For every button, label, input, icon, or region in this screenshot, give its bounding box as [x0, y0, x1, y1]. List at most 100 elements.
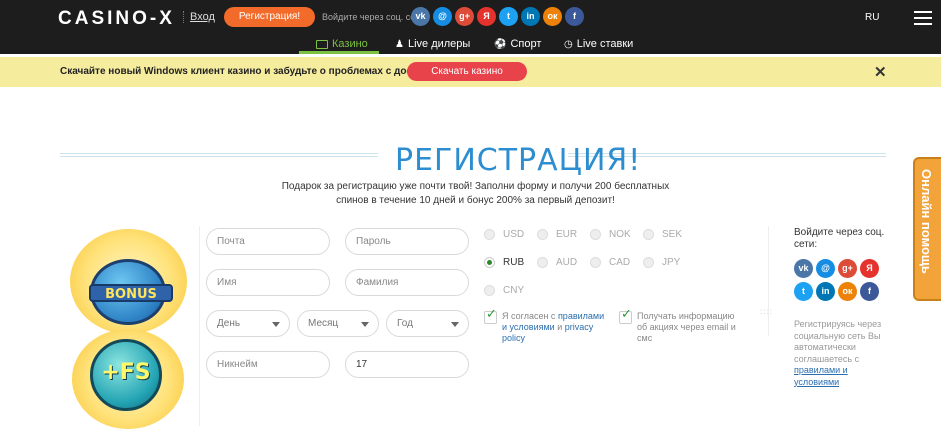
currency-label: EUR — [556, 229, 578, 240]
terms-and: и — [554, 322, 565, 332]
tab-live-dealers[interactable]: ♟ Live дилеры — [395, 38, 470, 50]
tab-casino[interactable]: Казино — [316, 38, 368, 50]
mail-icon[interactable]: @ — [816, 259, 835, 278]
dealer-icon: ♟ — [395, 38, 404, 50]
radio-button[interactable] — [643, 229, 654, 240]
email-field[interactable] — [206, 228, 330, 255]
online-help-tab[interactable]: Онлайн помощь — [913, 157, 941, 301]
news-checkbox[interactable] — [619, 309, 632, 324]
free-spins-text: +FS — [101, 360, 151, 385]
google-plus-icon[interactable]: g+ — [455, 7, 474, 26]
day-select[interactable]: День — [206, 310, 290, 337]
vk-icon[interactable]: vk — [794, 259, 813, 278]
currency-aud[interactable]: AUD — [537, 257, 577, 268]
terms-checkbox-row: Я согласен с правилами и условиями и pri… — [484, 309, 610, 344]
bonus-badge: BONUS — [89, 259, 173, 325]
logo[interactable]: CASINO-X — [58, 8, 175, 30]
free-spins-badge: +FS — [90, 339, 162, 411]
currency-cny[interactable]: CNY — [484, 285, 524, 296]
tab-label: Live ставки — [576, 38, 634, 50]
menu-icon[interactable] — [914, 11, 932, 29]
social-separator — [768, 226, 769, 336]
language-selector[interactable]: RU — [865, 12, 879, 23]
currency-nok[interactable]: NOK — [590, 229, 631, 240]
currency-rub[interactable]: RUB — [484, 257, 524, 268]
mail-icon[interactable]: @ — [433, 7, 452, 26]
radio-button[interactable] — [537, 257, 548, 268]
social-login-icons: vk @ g+ Яt in ок f — [411, 7, 584, 26]
radio-button[interactable] — [643, 257, 654, 268]
currency-label: RUB — [503, 257, 525, 268]
month-select-value: Месяц — [308, 318, 339, 329]
currency-jpy[interactable]: JPY — [643, 257, 680, 268]
tab-label: Live дилеры — [407, 38, 471, 50]
radio-button-selected[interactable] — [484, 257, 495, 268]
currency-label: USD — [503, 229, 525, 240]
tab-label: Казино — [332, 38, 368, 50]
yandex-icon[interactable]: Я — [477, 7, 496, 26]
year-select[interactable]: Год — [386, 310, 469, 337]
chevron-down-icon — [272, 322, 280, 327]
currency-label: CNY — [503, 285, 525, 296]
currency-label: NOK — [609, 229, 631, 240]
social-rules-link[interactable]: правилами и условиями — [794, 365, 848, 387]
currency-label: AUD — [556, 257, 578, 268]
social-login-title: Войдите через соц. сети: — [794, 227, 885, 250]
facebook-icon[interactable]: f — [860, 282, 879, 301]
currency-cad[interactable]: CAD — [590, 257, 630, 268]
odnoklassniki-icon[interactable]: ок — [838, 282, 857, 301]
news-checkbox-row: Получать информацию об акциях через emai… — [619, 309, 747, 344]
clock-icon: ◷ — [564, 38, 573, 50]
bonus-text: BONUS — [89, 284, 173, 302]
radio-button[interactable] — [484, 285, 495, 296]
password-field[interactable] — [345, 228, 469, 255]
terms-checkbox[interactable] — [484, 309, 497, 324]
social-login-grid: vk @ g+ Яt in ок f — [794, 259, 890, 301]
month-select[interactable]: Месяц — [297, 310, 379, 337]
radio-button[interactable] — [590, 229, 601, 240]
register-button[interactable]: Регистрация! — [224, 7, 315, 27]
currency-usd[interactable]: USD — [484, 229, 524, 240]
first-name-field[interactable] — [206, 269, 330, 296]
close-icon[interactable]: ✕ — [874, 63, 887, 81]
ball-icon: ⚽ — [494, 38, 507, 50]
currency-eur[interactable]: EUR — [537, 229, 577, 240]
radio-button[interactable] — [590, 257, 601, 268]
registration-description: Подарок за регистрацию уже почти твой! З… — [281, 181, 670, 206]
login-link[interactable]: Вход — [183, 11, 215, 23]
twitter-icon[interactable]: t — [499, 7, 518, 26]
active-tab-indicator — [299, 51, 379, 54]
radio-button[interactable] — [484, 229, 495, 240]
art-separator — [199, 226, 200, 426]
tab-live-bets[interactable]: ◷ Live ставки — [564, 38, 633, 50]
page-title: РЕГИСТРАЦИЯ! — [395, 143, 642, 178]
linkedin-icon[interactable]: in — [816, 282, 835, 301]
bonus-illustration: BONUS +FS — [70, 229, 187, 429]
top-bar: CASINO-X Вход Регистрация! Войдите через… — [0, 0, 941, 36]
promo-code-field[interactable] — [345, 351, 469, 378]
terms-text: Я согласен с правилами и условиями и pri… — [502, 311, 610, 344]
social-note: Регистрируясь через социальную сеть Вы а… — [794, 319, 894, 388]
chevron-down-icon — [451, 322, 459, 327]
banner-text: Скачайте новый Windows клиент казино и з… — [60, 66, 443, 77]
download-casino-button[interactable]: Скачать казино — [407, 62, 527, 81]
odnoklassniki-icon[interactable]: ок — [543, 7, 562, 26]
day-select-value: День — [217, 318, 241, 329]
terms-prefix: Я согласен с — [502, 311, 558, 321]
tab-sport[interactable]: ⚽ Спорт — [494, 38, 541, 50]
currency-sek[interactable]: SEK — [643, 229, 682, 240]
currency-label: CAD — [609, 257, 631, 268]
casino-icon — [316, 39, 328, 49]
nickname-field[interactable] — [206, 351, 330, 378]
twitter-icon[interactable]: t — [794, 282, 813, 301]
yandex-icon[interactable]: Я — [860, 259, 879, 278]
social-note-text: Регистрируясь через социальную сеть Вы а… — [794, 319, 882, 364]
radio-button[interactable] — [537, 229, 548, 240]
linkedin-icon[interactable]: in — [521, 7, 540, 26]
vk-icon[interactable]: vk — [411, 7, 430, 26]
last-name-field[interactable] — [345, 269, 469, 296]
google-plus-icon[interactable]: g+ — [838, 259, 857, 278]
facebook-icon[interactable]: f — [565, 7, 584, 26]
drag-handle: :::: — [760, 307, 773, 316]
title-divider-left — [60, 153, 378, 157]
